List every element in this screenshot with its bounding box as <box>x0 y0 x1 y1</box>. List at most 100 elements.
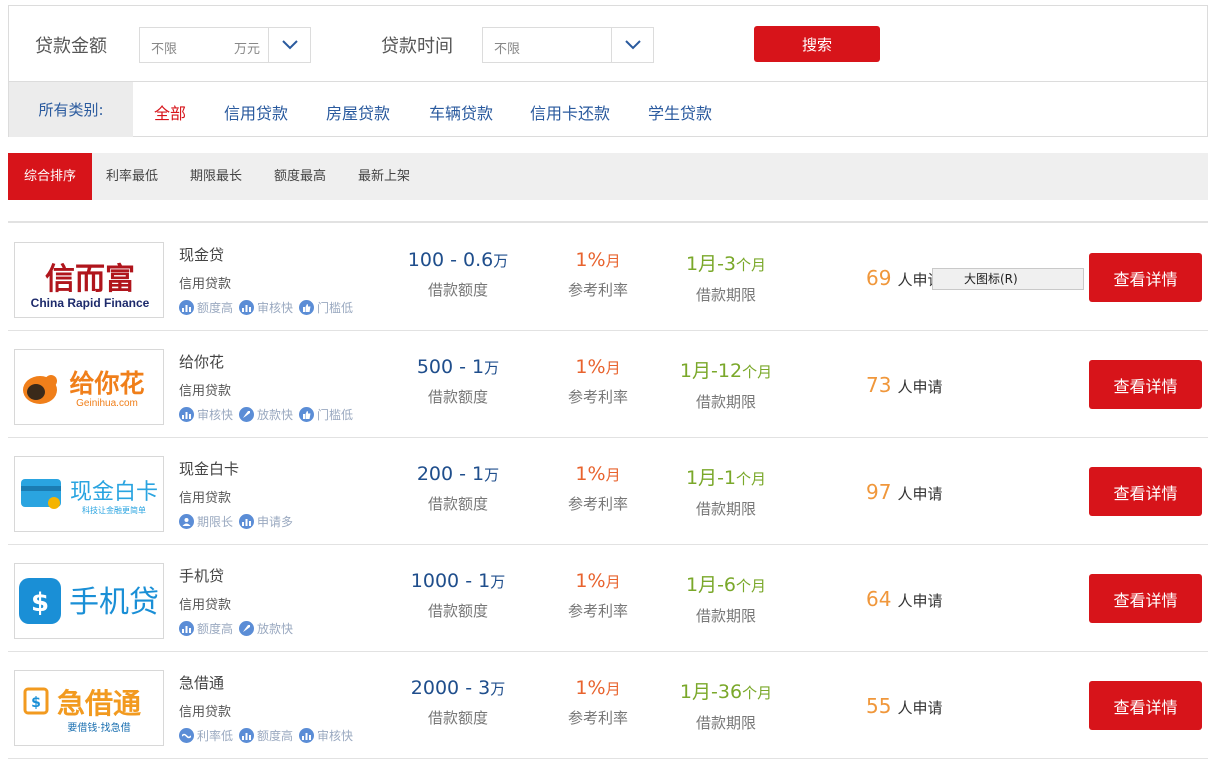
sort-highest-amount[interactable]: 额度最高 <box>274 153 326 200</box>
product-logo[interactable]: 现金白卡 科技让金融更简单 <box>14 456 164 532</box>
amount-value: 1000 - 1万 <box>410 570 506 592</box>
view-details-button[interactable]: 查看详情 <box>1089 574 1202 623</box>
tag: 放款快 <box>239 620 293 637</box>
thumbs-up-icon <box>299 407 315 422</box>
category-vehicle-loan[interactable]: 车辆贷款 <box>429 100 493 124</box>
tag: 申请多 <box>239 513 293 530</box>
loan-time-label: 贷款时间 <box>381 36 453 57</box>
amount-max: 0.6 <box>462 249 494 271</box>
term-min: 1月 <box>685 467 718 489</box>
term-min: 1月 <box>685 253 718 275</box>
logo-sub-text: China Rapid Finance <box>31 296 150 310</box>
product-name[interactable]: 急借通 <box>179 672 224 693</box>
amount-label: 借款额度 <box>427 495 488 513</box>
product-logo[interactable]: $ 急借通 要借钱·找急借 <box>14 670 164 746</box>
wave-icon <box>179 728 194 743</box>
product-logo[interactable]: 信而富 China Rapid Finance <box>14 242 164 318</box>
product-name[interactable]: 给你花 <box>179 351 224 372</box>
category-student-loan[interactable]: 学生贷款 <box>648 100 712 124</box>
rate-unit: 月 <box>605 466 621 484</box>
category-all[interactable]: 全部 <box>154 100 186 124</box>
chart-icon <box>239 514 255 529</box>
rocket-icon <box>239 621 255 636</box>
sort-lowest-rate[interactable]: 利率最低 <box>106 153 158 200</box>
loan-term: 1月-1个月 借款期限 <box>666 463 786 519</box>
term-max: 6 <box>723 574 737 596</box>
product-logo[interactable]: $ 手机贷 <box>14 563 164 639</box>
view-details-button[interactable]: 查看详情 <box>1089 681 1202 730</box>
product-name[interactable]: 手机贷 <box>179 565 224 586</box>
logo-image-xianjinbaika: 现金白卡 科技让金融更简单 <box>21 479 158 515</box>
product-tags: 额度高 审核快 门槛低 <box>179 299 353 316</box>
product-row: $ 急借通 要借钱·找急借 急借通 信用贷款 利率低 额度高 审核快 2000 … <box>8 652 1208 759</box>
loan-amount: 500 - 1万 借款额度 <box>388 356 528 407</box>
category-housing-loan[interactable]: 房屋贷款 <box>326 100 390 124</box>
view-details-button[interactable]: 查看详情 <box>1089 360 1202 409</box>
amount-value: 2000 - 3万 <box>410 677 506 699</box>
tag: 门槛低 <box>299 406 353 423</box>
tag-label: 额度高 <box>197 622 234 636</box>
product-name[interactable]: 现金贷 <box>179 244 224 265</box>
applicant-suffix: 人申请 <box>897 485 943 503</box>
view-details-button[interactable]: 查看详情 <box>1089 253 1202 302</box>
term-value: 1月-36个月 <box>679 681 773 703</box>
product-name[interactable]: 现金白卡 <box>179 458 239 479</box>
loan-amount-select[interactable]: 不限 万元 <box>139 27 311 63</box>
amount-value: 200 - 1万 <box>416 463 500 485</box>
loan-time-select[interactable]: 不限 <box>482 27 654 63</box>
applicant-number: 64 <box>866 587 892 611</box>
amount-value: 100 - 0.6万 <box>407 249 509 271</box>
rate-value: 1%月 <box>538 463 658 485</box>
logo-main-text: 手机贷 <box>69 585 159 620</box>
tag: 放款快 <box>239 406 293 423</box>
term-label: 借款期限 <box>695 607 756 625</box>
chart-icon <box>179 300 194 315</box>
loan-time-value: 不限 <box>494 42 521 57</box>
context-menu-item-large-icons[interactable]: 大图标(R) <box>932 268 1084 290</box>
tag-label: 申请多 <box>257 515 294 529</box>
product-logo[interactable]: 给你花 Geinihua.com <box>14 349 164 425</box>
amount-unit: 万 <box>493 252 509 270</box>
user-icon <box>179 514 194 529</box>
category-credit-card-repay[interactable]: 信用卡还款 <box>530 100 610 124</box>
term-max: 12 <box>717 360 743 382</box>
rate-value: 1%月 <box>538 249 658 271</box>
sort-newest[interactable]: 最新上架 <box>358 153 410 200</box>
tag-label: 利率低 <box>197 729 234 743</box>
chart-icon <box>239 300 255 315</box>
rate-label: 参考利率 <box>567 709 628 727</box>
product-row: $ 手机贷 手机贷 信用贷款 额度高 放款快 1000 - 1万 借款额度 1%… <box>8 545 1208 652</box>
term-unit: 个月 <box>736 577 767 595</box>
amount-min: 100 <box>407 249 445 271</box>
amount-min: 500 <box>416 356 454 378</box>
amount-unit: 万 <box>484 359 500 377</box>
amount-label: 借款额度 <box>427 602 488 620</box>
chevron-down-icon[interactable] <box>268 28 310 62</box>
category-credit-loan[interactable]: 信用贷款 <box>224 100 288 124</box>
product-type: 信用贷款 <box>179 598 232 613</box>
loan-amount: 200 - 1万 借款额度 <box>388 463 528 514</box>
rate-unit: 月 <box>605 573 621 591</box>
tag-label: 门槛低 <box>317 301 354 315</box>
search-button[interactable]: 搜索 <box>754 26 880 62</box>
loan-amount: 1000 - 1万 借款额度 <box>388 570 528 621</box>
sort-overall[interactable]: 综合排序 <box>8 153 92 200</box>
amount-max: 1 <box>478 570 491 592</box>
chevron-down-icon[interactable] <box>611 28 653 62</box>
term-value: 1月-6个月 <box>685 574 767 596</box>
loan-amount-unit: 万元 <box>234 42 261 57</box>
amount-label: 借款额度 <box>427 709 488 727</box>
logo-image-jijietong: $ 急借通 要借钱·找急借 <box>23 687 141 734</box>
term-label: 借款期限 <box>695 286 756 304</box>
amount-value: 500 - 1万 <box>416 356 500 378</box>
loan-amount: 2000 - 3万 借款额度 <box>388 677 528 728</box>
sort-longest-term[interactable]: 期限最长 <box>190 153 242 200</box>
reference-rate: 1%月 参考利率 <box>538 570 658 621</box>
tag-label: 审核快 <box>317 729 354 743</box>
product-tags: 期限长 申请多 <box>179 513 293 530</box>
view-details-button[interactable]: 查看详情 <box>1089 467 1202 516</box>
applicant-count: 55 人申请 <box>866 694 942 718</box>
amount-min: 1000 <box>410 570 460 592</box>
tag-label: 审核快 <box>197 408 234 422</box>
chart-icon <box>299 728 315 743</box>
